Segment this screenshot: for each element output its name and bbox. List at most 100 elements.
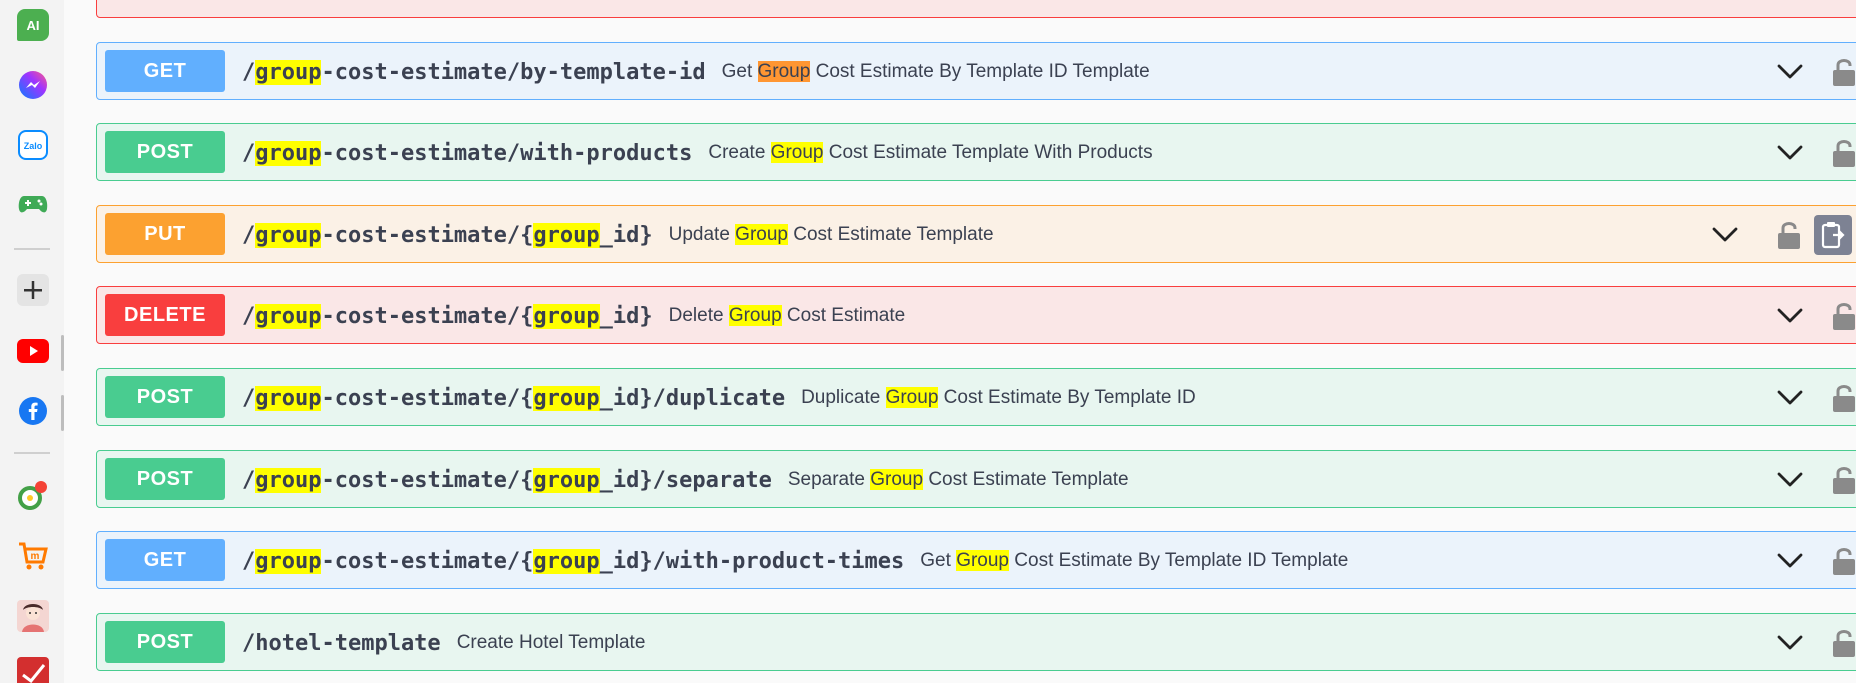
- operation-summary: Update Group Cost Estimate Template: [669, 224, 994, 246]
- operation-path: / group -cost-estimate/by-template-id Get G…: [242, 43, 1150, 99]
- operation-row-partial: [96, 0, 1856, 18]
- operation-row-get[interactable]: GET / group -cost-estimate/by-template-id Ge…: [96, 42, 1856, 100]
- path-segment: /: [242, 222, 256, 248]
- path-segment: /: [242, 140, 256, 166]
- summary-segment: Get: [721, 61, 758, 82]
- path-segment: -cost-estimate/{: [321, 548, 534, 574]
- youtube-icon[interactable]: [17, 335, 49, 367]
- shopping-cart-icon[interactable]: m: [17, 540, 49, 572]
- operation-row-post[interactable]: POST / group -cost-estimate/{group _id}/dupl…: [96, 368, 1856, 426]
- path-segment: _id}/with-product-times: [599, 548, 905, 574]
- ai-app-icon[interactable]: AI: [17, 9, 49, 41]
- path-segment: _id}/separate: [599, 467, 772, 493]
- operation-summary: Separate Group Cost Estimate Template: [788, 469, 1129, 491]
- operation-row-post[interactable]: POST / group -cost-estimate/with-products Cr…: [96, 123, 1856, 181]
- search-highlight: group: [255, 467, 322, 493]
- copy-to-clipboard-icon[interactable]: [1814, 215, 1852, 255]
- chrome-extension-icon[interactable]: [17, 480, 49, 512]
- operation-summary: Duplicate Group Cost Estimate By Templat…: [801, 387, 1196, 409]
- lock-icon[interactable]: [1832, 627, 1856, 659]
- method-badge: PUT: [105, 213, 225, 255]
- summary-segment: Delete: [668, 305, 729, 326]
- method-badge: POST: [105, 131, 225, 173]
- path-segment: /: [242, 59, 256, 85]
- operation-path: /hotel-template Create Hotel Template: [242, 614, 646, 670]
- search-highlight: group: [255, 303, 322, 329]
- chevron-down-icon[interactable]: [1777, 549, 1803, 573]
- lock-icon[interactable]: [1777, 219, 1801, 251]
- path-segment: -cost-estimate/by-template-id: [321, 59, 706, 85]
- search-highlight: group: [533, 222, 600, 248]
- summary-segment: Cost Estimate Template With Products: [823, 142, 1153, 163]
- search-highlight: Group: [735, 224, 788, 245]
- operation-path: / group -cost-estimate/{group _id} Update Gr…: [242, 206, 994, 262]
- chevron-down-icon[interactable]: [1777, 386, 1803, 410]
- zalo-icon[interactable]: Zalo: [17, 129, 49, 161]
- current-search-highlight: Group: [757, 61, 811, 82]
- operation-summary: Delete Group Cost Estimate: [668, 305, 906, 327]
- summary-segment: Cost Estimate Template: [787, 224, 994, 245]
- summary-segment: Create Hotel Template: [456, 632, 646, 653]
- search-highlight: group: [255, 140, 322, 166]
- search-highlight: group: [533, 385, 600, 411]
- operation-row-post[interactable]: POST / group -cost-estimate/{group _id}/sepa…: [96, 450, 1856, 508]
- lock-icon[interactable]: [1832, 137, 1856, 169]
- lock-icon[interactable]: [1832, 464, 1856, 496]
- operation-path: / group -cost-estimate/{group _id}/separate…: [242, 451, 1129, 507]
- summary-segment: Cost Estimate: [781, 305, 906, 326]
- operation-row-get[interactable]: GET / group -cost-estimate/{group _id}/with-…: [96, 531, 1856, 589]
- path-segment: _id}/duplicate: [599, 385, 786, 411]
- svg-text:Zalo: Zalo: [24, 141, 43, 151]
- ai-app-label: AI: [26, 17, 40, 33]
- operation-path: / group -cost-estimate/{group _id}/with-pro…: [242, 532, 1349, 588]
- summary-segment: Create: [708, 142, 771, 163]
- search-highlight: Group: [770, 142, 824, 163]
- operation-summary: Get Group Cost Estimate By Template ID T…: [722, 61, 1150, 83]
- add-icon[interactable]: [17, 274, 49, 306]
- summary-segment: Update: [668, 224, 736, 245]
- method-badge: DELETE: [105, 294, 225, 336]
- path-segment: _id}: [599, 303, 653, 329]
- operation-path: / group -cost-estimate/with-products Create…: [242, 124, 1153, 180]
- search-highlight: Group: [728, 305, 782, 326]
- summary-segment: Duplicate: [801, 387, 886, 408]
- method-badge: GET: [105, 539, 225, 581]
- chevron-down-icon[interactable]: [1777, 60, 1803, 84]
- gamepad-icon[interactable]: [17, 188, 49, 220]
- operation-summary: Create Hotel Template: [457, 632, 646, 654]
- method-badge: POST: [105, 621, 225, 663]
- facebook-icon[interactable]: [17, 395, 49, 427]
- path-segment: /: [242, 303, 256, 329]
- chevron-down-icon[interactable]: [1777, 631, 1803, 655]
- method-badge: GET: [105, 50, 225, 92]
- path-segment: _id}: [599, 222, 653, 248]
- path-segment: /: [242, 467, 256, 493]
- summary-segment: Cost Estimate By Template ID Template: [810, 61, 1150, 82]
- svg-text:m: m: [31, 551, 40, 562]
- avatar-icon[interactable]: [17, 600, 49, 632]
- search-highlight: group: [533, 467, 600, 493]
- search-highlight: group: [533, 548, 600, 574]
- lock-icon[interactable]: [1832, 300, 1856, 332]
- summary-segment: Cost Estimate By Template ID: [938, 387, 1196, 408]
- chevron-down-icon[interactable]: [1712, 223, 1738, 247]
- search-highlight: group: [533, 303, 600, 329]
- messenger-icon[interactable]: [17, 69, 49, 101]
- summary-segment: Cost Estimate By Template ID Template: [1009, 550, 1349, 571]
- operation-row-post[interactable]: POST/hotel-template Create Hotel Template: [96, 613, 1856, 671]
- operation-row-delete[interactable]: DELETE / group -cost-estimate/{group _id} Del…: [96, 286, 1856, 344]
- red-app-icon[interactable]: [17, 657, 49, 683]
- path-segment: /: [242, 548, 256, 574]
- chevron-down-icon[interactable]: [1777, 141, 1803, 165]
- search-highlight: group: [255, 222, 322, 248]
- lock-icon[interactable]: [1832, 545, 1856, 577]
- chevron-down-icon[interactable]: [1777, 468, 1803, 492]
- search-highlight: Group: [885, 387, 939, 408]
- lock-icon[interactable]: [1832, 382, 1856, 414]
- summary-segment: Get: [920, 550, 957, 571]
- sidebar-divider: [14, 452, 50, 454]
- lock-icon[interactable]: [1832, 56, 1856, 88]
- browser-window: AI Zalo m GET / group -cost-estimate/by-templ…: [0, 0, 1856, 683]
- operation-row-put[interactable]: PUT / group -cost-estimate/{group _id} Update…: [96, 205, 1856, 263]
- chevron-down-icon[interactable]: [1777, 304, 1803, 328]
